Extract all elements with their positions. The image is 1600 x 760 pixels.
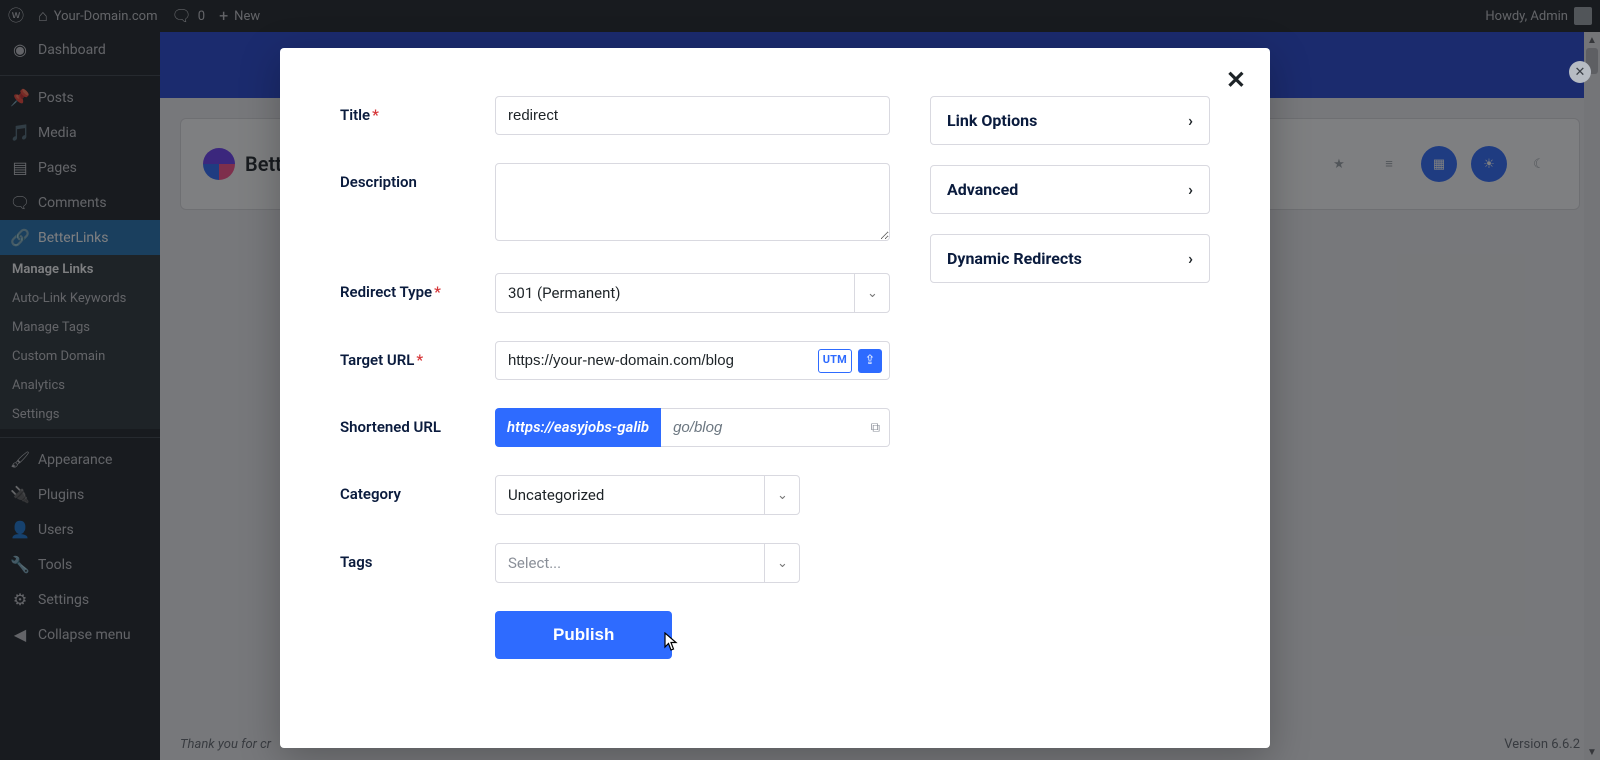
redirect-type-select[interactable]: 301 (Permanent)	[495, 273, 890, 313]
tags-label: Tags	[340, 543, 495, 571]
panel-dynamic-redirects[interactable]: Dynamic Redirects ›	[930, 234, 1210, 283]
panel-title: Dynamic Redirects	[947, 249, 1082, 268]
category-label: Category	[340, 475, 495, 503]
description-textarea[interactable]	[495, 163, 890, 241]
banner-close-button[interactable]: ✕	[1569, 61, 1591, 83]
side-panels: Link Options › Advanced › Dynamic Redire…	[930, 96, 1210, 687]
redirect-type-label: Redirect Type*	[340, 273, 495, 301]
shortened-url-label: Shortened URL	[340, 408, 495, 436]
close-button[interactable]: ✕	[1226, 66, 1246, 95]
share-icon: ⇪	[865, 353, 876, 368]
short-url-base: https://easyjobs-galib	[495, 408, 661, 447]
share-button[interactable]: ⇪	[858, 349, 882, 373]
publish-button[interactable]: Publish	[495, 611, 672, 659]
chevron-right-icon: ›	[1188, 111, 1193, 130]
short-url-slug-input[interactable]	[661, 408, 890, 447]
target-url-label: Target URL*	[340, 341, 495, 369]
panel-advanced[interactable]: Advanced ›	[930, 165, 1210, 214]
form-column: Title* Description Redirect Type* 301 (P…	[340, 96, 890, 687]
panel-title: Link Options	[947, 111, 1037, 130]
copy-icon: ⧉	[871, 420, 880, 435]
category-select[interactable]: Uncategorized	[495, 475, 800, 515]
tags-select[interactable]: Select...	[495, 543, 800, 583]
title-label: Title*	[340, 96, 495, 124]
description-label: Description	[340, 163, 495, 191]
panel-link-options[interactable]: Link Options ›	[930, 96, 1210, 145]
utm-button[interactable]: UTM	[818, 349, 852, 373]
chevron-right-icon: ›	[1188, 249, 1193, 268]
title-input[interactable]	[495, 96, 890, 135]
create-link-modal: ✕ Title* Description Redirect Type* 301	[280, 48, 1270, 748]
panel-title: Advanced	[947, 180, 1018, 199]
chevron-right-icon: ›	[1188, 180, 1193, 199]
cursor-icon	[664, 632, 678, 652]
copy-button[interactable]: ⧉	[871, 420, 880, 435]
